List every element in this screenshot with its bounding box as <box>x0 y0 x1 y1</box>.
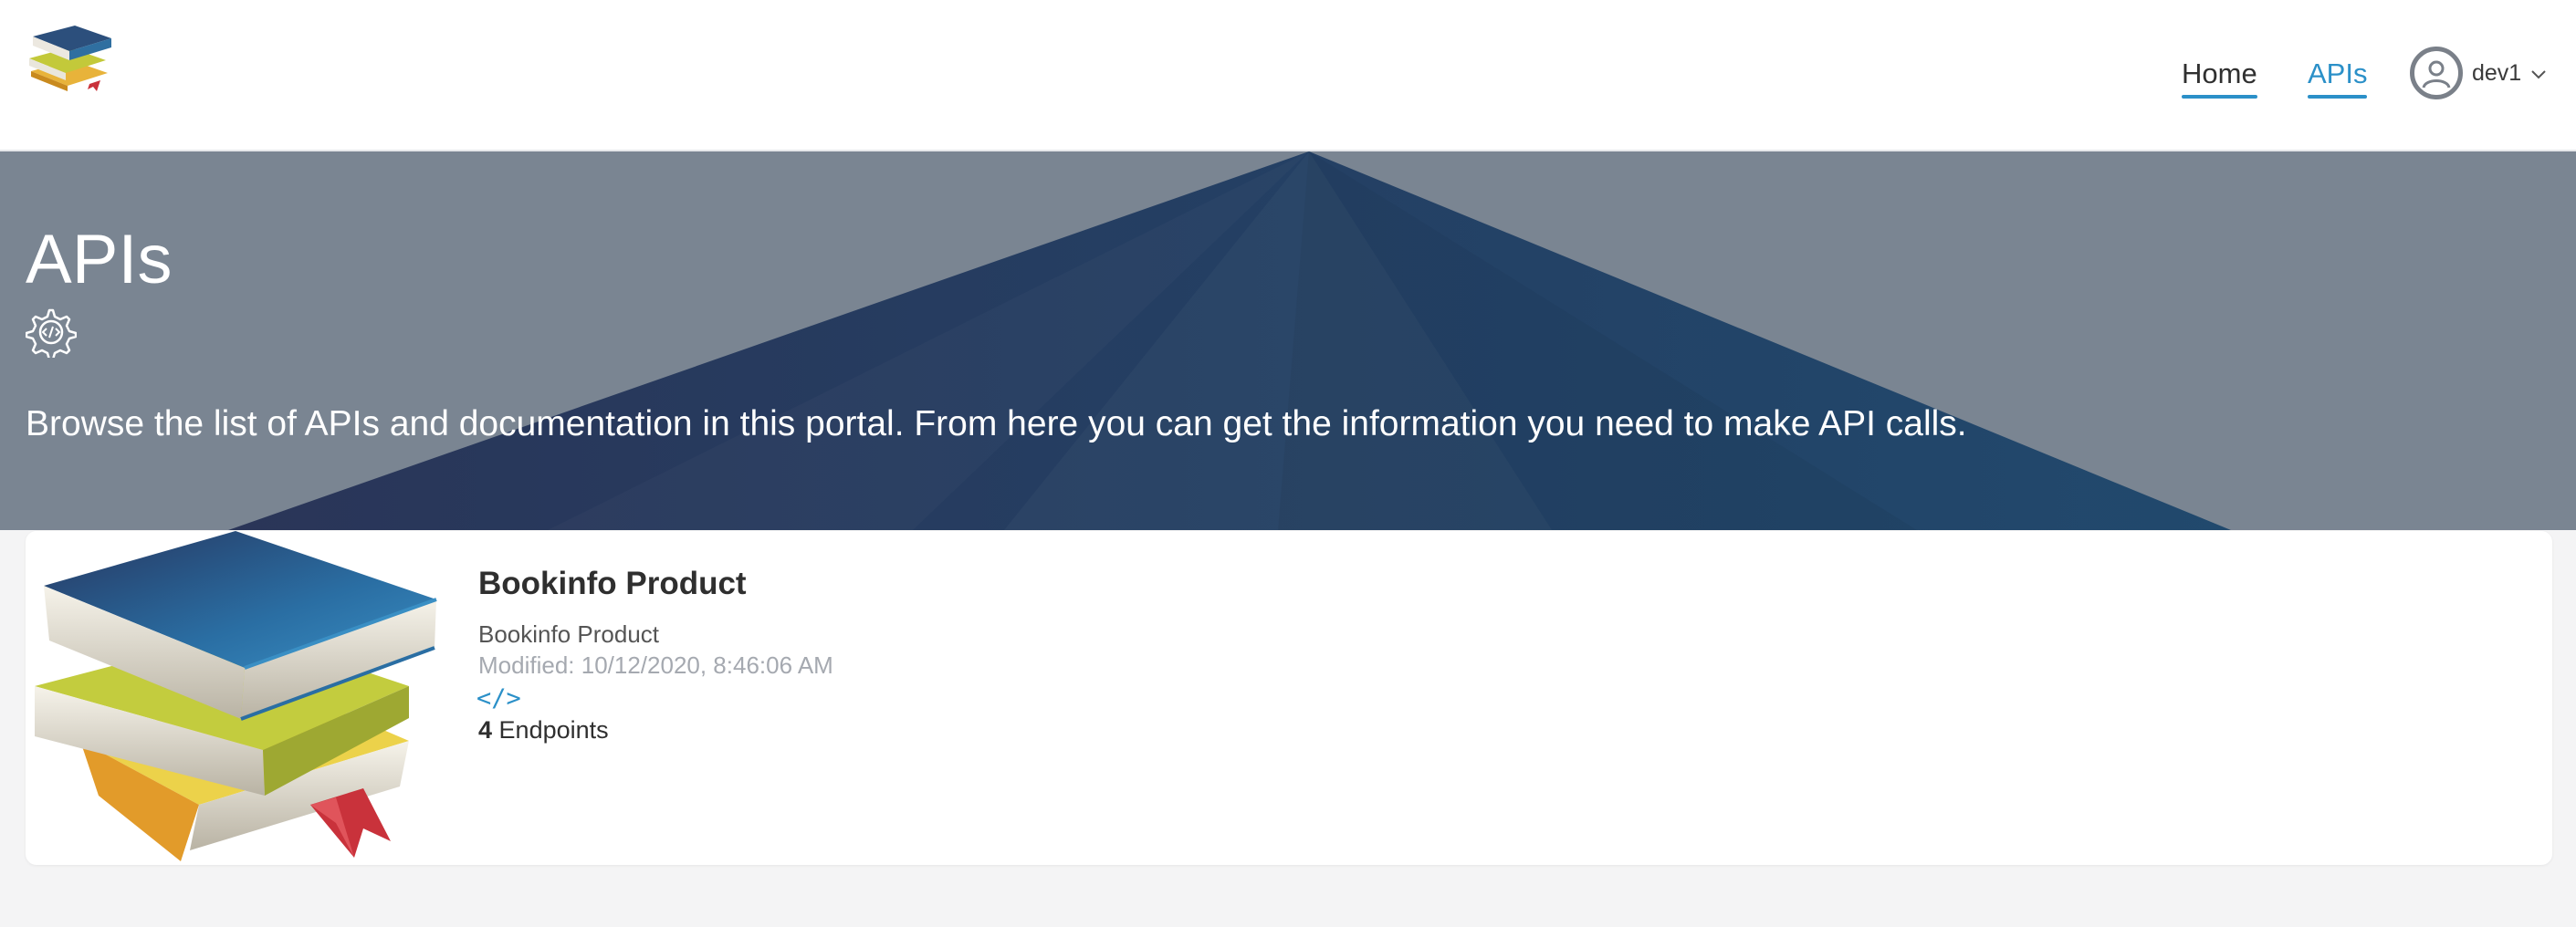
hero-background-graphic <box>228 151 2231 530</box>
endpoint-count-label: Endpoints <box>498 716 609 744</box>
nav-home-link[interactable]: Home <box>2182 55 2257 99</box>
page-title: APIs <box>26 221 173 298</box>
books-logo-icon[interactable] <box>24 16 119 93</box>
user-menu[interactable]: dev1 <box>2410 46 2547 100</box>
code-icon: </> <box>476 684 521 713</box>
nav-apis-link[interactable]: APIs <box>2308 55 2368 99</box>
api-modified-value: 10/12/2020, 8:46:06 AM <box>581 651 833 679</box>
user-name[interactable]: dev1 <box>2472 60 2521 87</box>
endpoint-count-value: 4 <box>478 716 493 744</box>
books-stack-icon <box>35 531 437 861</box>
api-card-bookinfo-product[interactable]: Bookinfo Product Bookinfo Product Modifi… <box>26 531 2552 865</box>
hero-banner: APIs Browse the list of APIs and documen… <box>0 151 2576 530</box>
api-modified-date: Modified: 10/12/2020, 8:46:06 AM <box>478 650 833 681</box>
api-modified-label: Modified: <box>478 651 575 679</box>
api-endpoint-count: 4 Endpoints <box>478 713 609 746</box>
api-description: Bookinfo Product <box>478 620 660 648</box>
chevron-down-icon[interactable] <box>2530 68 2547 79</box>
api-title[interactable]: Bookinfo Product <box>478 564 747 604</box>
page-description: Browse the list of APIs and documentatio… <box>26 404 1967 443</box>
gear-code-icon <box>26 308 77 358</box>
top-navigation-bar: Home APIs dev1 <box>0 0 2576 151</box>
user-avatar-icon[interactable] <box>2410 47 2463 99</box>
